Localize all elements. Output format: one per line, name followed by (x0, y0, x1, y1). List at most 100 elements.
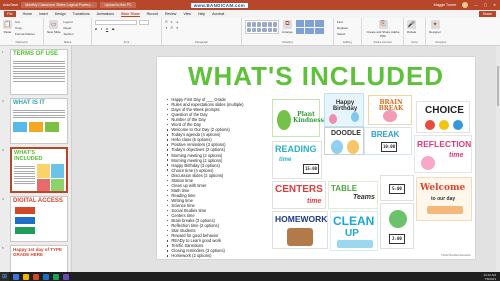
find-button[interactable]: Find (337, 20, 348, 24)
section-button[interactable]: Section (64, 32, 74, 36)
menu-insert[interactable]: Insert (39, 12, 48, 16)
slide-canvas[interactable]: WHAT'S INCLUDED Happy First Day of ___ G… (72, 46, 500, 272)
align-center-icon[interactable]: ☰ (170, 26, 173, 30)
bullet-icon (167, 225, 169, 227)
folder-icon[interactable] (23, 273, 29, 280)
select-button[interactable]: Select (337, 32, 348, 36)
scrollbar-thumb[interactable] (497, 66, 499, 106)
share-button[interactable]: Share (478, 11, 496, 17)
bullet-icon (167, 134, 169, 136)
format-painter-button[interactable]: Format Painter (15, 32, 35, 36)
menu-transitions[interactable]: Transitions (73, 12, 90, 16)
thumbnail-title: TERMS OF USE (13, 51, 59, 57)
menu-view[interactable]: View (183, 12, 191, 16)
user-name[interactable]: Maggie Turner (434, 3, 457, 7)
slide-heading[interactable]: WHAT'S INCLUDED (163, 61, 469, 92)
bullet-icon (167, 144, 169, 146)
system-clock[interactable]: 10:40 AM 7/8/2023 (483, 273, 496, 281)
thumbnail-title: DIGITAL ACCESS (13, 198, 63, 204)
close-icon[interactable]: ✕ (493, 3, 496, 7)
layout-button[interactable]: Layout (64, 20, 74, 24)
menu-slide-show[interactable]: Slide Show (120, 12, 140, 17)
document-tab[interactable]: Monthly Classroom Slides Logical Powerp.… (21, 2, 98, 8)
menu-record[interactable]: Record (147, 12, 158, 16)
bullet-icon (167, 189, 169, 192)
font-name-input[interactable] (95, 20, 137, 25)
slides-group: ▭ New Slide Layout Reset Section Slides (44, 18, 92, 45)
menu-animations[interactable]: Animations (97, 12, 114, 16)
autosave-label[interactable]: AutoSave (3, 3, 18, 7)
included-items-list[interactable]: Happy First Day of ___ Grade Rules and ex… (167, 97, 244, 259)
centers-time-card: CENTERS time (272, 181, 326, 209)
new-slide-button[interactable]: ▭ New Slide (47, 20, 61, 34)
toy-image (439, 120, 449, 130)
cut-button[interactable]: Cut (15, 20, 35, 24)
shapes-gallery[interactable] (245, 20, 279, 34)
menu-design[interactable]: Design (55, 12, 66, 16)
menu-help[interactable]: Help (198, 12, 205, 16)
bold-button[interactable]: B (95, 27, 97, 31)
excel-icon[interactable] (53, 273, 59, 280)
strikethrough-button[interactable]: S (112, 27, 114, 31)
replace-button[interactable]: Replace (337, 26, 348, 30)
app-icon[interactable] (63, 273, 69, 280)
font-size-input[interactable] (139, 20, 149, 25)
slide-thumbnail-panel[interactable]: 1 TERMS OF USE 2 WHAT IS IT 3 WHAT'S INC… (0, 46, 72, 272)
table-teams-card: TABLE Teams (328, 181, 378, 209)
powerpoint-icon[interactable] (33, 273, 39, 280)
align-right-icon[interactable]: ⯈ (176, 26, 178, 30)
menu-home[interactable]: Home (23, 12, 32, 16)
windows-start-icon[interactable]: ⊞ (0, 272, 9, 281)
word-icon[interactable] (43, 273, 49, 280)
reset-button[interactable]: Reset (64, 26, 74, 30)
slide-thumbnail-2[interactable]: WHAT IS IT (10, 98, 68, 144)
reflection-text: REFLECTION (417, 139, 472, 149)
thumbnail-title: WHAT IS IT (13, 100, 45, 106)
bullet-icon (167, 169, 169, 171)
quick-styles-gallery[interactable] (295, 20, 324, 34)
maximize-icon[interactable]: ▢ (484, 3, 487, 7)
bullet-icon (167, 245, 169, 247)
designer-button[interactable]: ✦ Designer (429, 20, 441, 34)
underline-button[interactable]: U (106, 27, 108, 31)
numbering-icon[interactable]: ≡ (171, 20, 173, 24)
italic-button[interactable]: I (101, 27, 102, 31)
vertical-scrollbar[interactable] (496, 46, 500, 272)
clock-time: 10:40 AM (483, 272, 496, 277)
homework-text: HOMEWORK (275, 214, 328, 224)
menu-file[interactable]: File (4, 11, 16, 17)
plant-kindness-card: Plant Kindness (272, 99, 324, 137)
indent-icon[interactable]: ⇥ (175, 20, 178, 24)
bullet-icon (167, 113, 169, 116)
doodle-text: DOODLE (331, 130, 361, 137)
designer-icon: ✦ (430, 20, 440, 29)
avatar[interactable] (462, 2, 469, 8)
bullet-icon (167, 129, 169, 131)
minimize-icon[interactable]: — (474, 3, 478, 7)
slide-thumbnail-4[interactable]: DIGITAL ACCESS (10, 196, 68, 242)
upload-tab[interactable]: Upload to this PC (100, 2, 136, 8)
choice-text: CHOICE (425, 105, 464, 116)
current-slide[interactable]: WHAT'S INCLUDED Happy First Day of ___ G… (157, 57, 475, 259)
slide-number: 4 (2, 197, 4, 201)
mirror-image (421, 156, 435, 170)
slide-thumbnail-3[interactable]: WHAT'S INCLUDED (10, 147, 68, 193)
copy-button[interactable]: Copy (15, 26, 35, 30)
centers-text: CENTERS (275, 184, 323, 195)
browser-icon[interactable] (13, 273, 19, 280)
menu-acrobat[interactable]: Acrobat (212, 12, 224, 16)
arrange-button[interactable]: ⧉ Arrange (282, 20, 293, 34)
paste-button[interactable]: 📋 Paste (3, 20, 12, 34)
taskbar: ⊞ 10:40 AM 7/8/2023 (0, 272, 500, 281)
slide-thumbnail-1[interactable]: TERMS OF USE (10, 49, 68, 95)
slide-thumbnail-5[interactable]: Happy 1st day of TYPE GRADE HERE (10, 245, 68, 272)
create-pdf-button[interactable]: ⎘ Create and Share Adobe PDF (365, 20, 401, 38)
group-label: Drawing (282, 40, 293, 44)
clean-text: CLEAN (333, 214, 375, 228)
menu-review[interactable]: Review (165, 12, 176, 16)
dictate-button[interactable]: 🎤 Dictate (407, 20, 416, 34)
bullets-icon[interactable]: ☰ (165, 20, 168, 24)
kid-image (389, 210, 407, 228)
align-left-icon[interactable]: ⯇ (165, 26, 167, 30)
slide-collage[interactable]: Plant Kindness Happy Birthday BRAIN BREA… (272, 93, 472, 255)
